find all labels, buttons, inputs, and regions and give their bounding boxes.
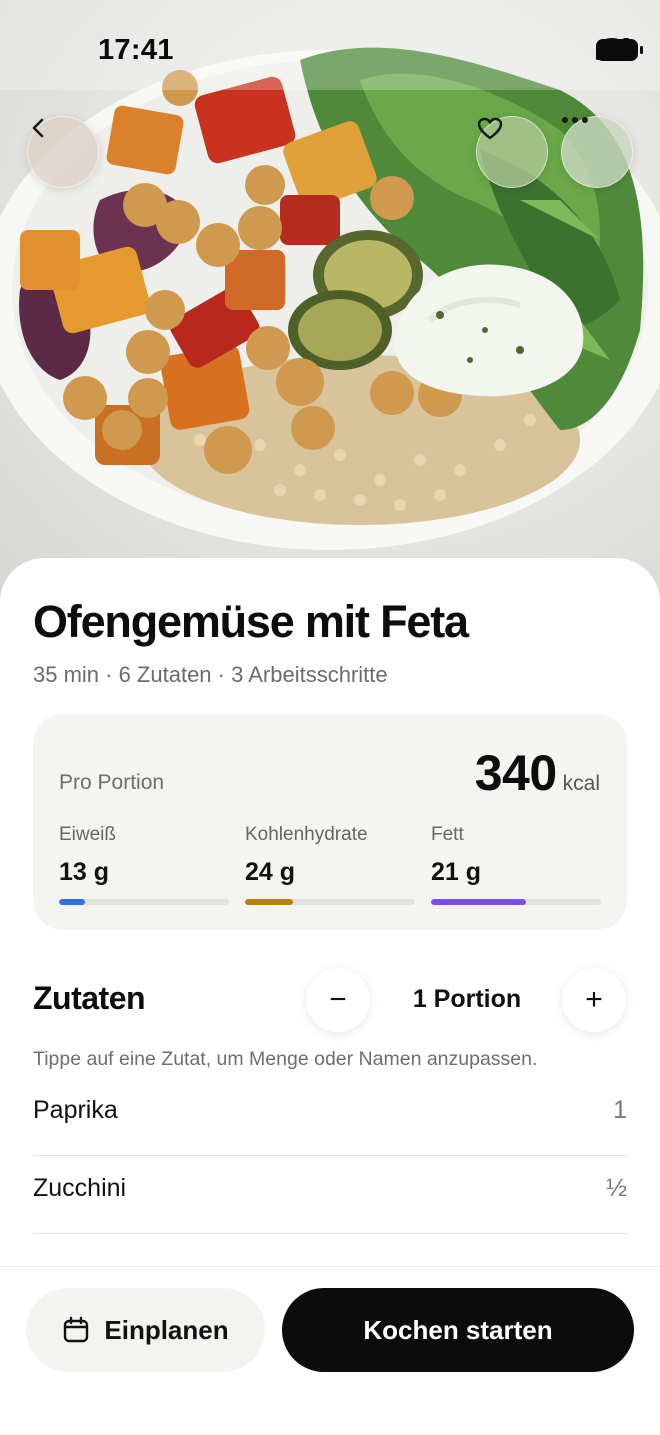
heart-icon [477, 117, 503, 140]
decrease-portion-button[interactable]: − [306, 968, 370, 1032]
ingredients-title: Zutaten [33, 980, 146, 1016]
start-cooking-button[interactable]: Kochen starten [282, 1288, 634, 1372]
ingredient-name: Zucchini [33, 1174, 127, 1202]
calendar-icon [64, 1316, 89, 1343]
favorite-button[interactable] [476, 116, 548, 188]
ingredient-quantity: ½ [606, 1174, 627, 1202]
calories-unit: kcal [562, 772, 600, 795]
battery-icon [596, 39, 643, 61]
macro-progress-fill [59, 899, 85, 905]
macro-carbs: Kohlenhydrate 24 g [245, 824, 415, 905]
ingredient-row[interactable]: Zucchini ½ [33, 1156, 627, 1234]
macro-progress-track [431, 899, 601, 905]
recipe-meta: 35 min · 6 Zutaten · 3 Arbeitsschritte [33, 662, 388, 687]
macro-progress-fill [431, 899, 527, 905]
macro-value: 21 g [431, 858, 482, 886]
hero-photo: 17:41 [0, 0, 660, 600]
nutrition-card: Pro Portion 340 kcal Eiweiß 13 g Kohlenh… [33, 714, 627, 930]
macro-value: 13 g [59, 858, 110, 886]
macro-fat: Fett 21 g [431, 824, 601, 905]
per-portion-label: Pro Portion [59, 771, 165, 794]
ingredient-row[interactable]: Paprika 1 [33, 1078, 627, 1156]
increase-portion-button[interactable]: + [562, 968, 626, 1032]
chevron-left-icon [32, 118, 44, 138]
ellipsis-icon [562, 117, 588, 123]
macro-label: Eiweiß [59, 824, 117, 845]
calories-value: 340 [474, 745, 557, 801]
schedule-button[interactable]: Einplanen [26, 1288, 265, 1372]
ingredients-hint: Tippe auf eine Zutat, um Menge oder Name… [33, 1048, 538, 1070]
portion-count: 1 Portion [412, 985, 522, 1013]
macro-progress-track [59, 899, 229, 905]
recipe-title: Ofengemüse mit Feta [33, 596, 469, 647]
macro-value: 24 g [245, 858, 296, 886]
back-button[interactable] [27, 116, 99, 188]
more-options-button[interactable] [561, 116, 633, 188]
macro-label: Fett [431, 824, 464, 845]
schedule-button-label: Einplanen [104, 1314, 229, 1345]
food-bowl-illustration [0, 0, 660, 550]
macro-protein: Eiweiß 13 g [59, 824, 229, 905]
macro-label: Kohlenhydrate [245, 824, 368, 845]
macro-progress-track [245, 899, 415, 905]
status-time: 17:41 [98, 34, 174, 66]
macro-progress-fill [245, 899, 293, 905]
start-cooking-label: Kochen starten [363, 1314, 553, 1345]
ingredient-quantity: 1 [613, 1096, 627, 1124]
calories: 340 kcal [475, 744, 600, 802]
ingredient-name: Paprika [33, 1096, 118, 1124]
